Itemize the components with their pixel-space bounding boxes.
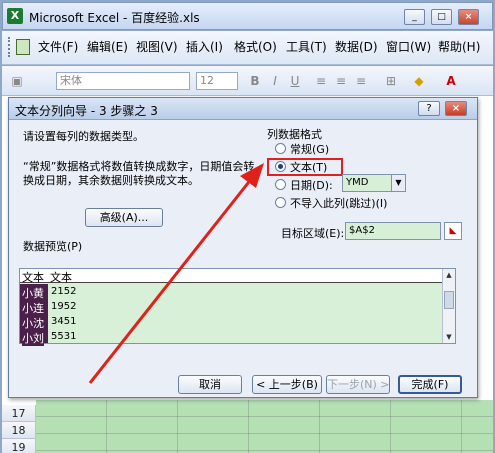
annotation-arrow <box>88 163 264 384</box>
arrow-head <box>240 163 264 188</box>
arrow-line <box>88 177 254 384</box>
